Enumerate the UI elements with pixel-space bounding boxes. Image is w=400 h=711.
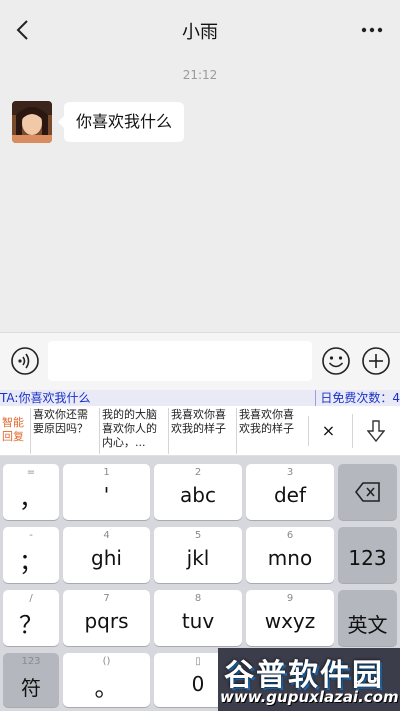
key-7[interactable]: 7 pqrs	[63, 590, 150, 646]
more-functions-button[interactable]	[361, 346, 391, 376]
more-button[interactable]	[358, 16, 386, 44]
english-mode-key[interactable]: 英文	[338, 590, 397, 646]
ime-info-bar: TA:你喜欢我什么 日免费次数：4	[0, 390, 400, 406]
number-mode-key[interactable]: 123	[338, 527, 397, 583]
key-question[interactable]: /？	[3, 590, 59, 646]
emoji-icon	[322, 347, 350, 375]
message-input[interactable]	[48, 341, 312, 381]
plus-circle-icon	[362, 347, 390, 375]
voice-button[interactable]	[10, 346, 40, 376]
page-title: 小雨	[182, 22, 218, 43]
suggestion-item[interactable]: 我喜欢你喜 欢我的样子	[168, 408, 236, 454]
message-bubble[interactable]: 你喜欢我什么	[57, 102, 185, 142]
more-dots-icon	[361, 27, 383, 33]
backspace-key[interactable]	[338, 464, 397, 520]
ta-message-label: TA:你喜欢我什么	[0, 391, 91, 405]
suggestion-item[interactable]: 我的的大脑 喜欢你人的 内心，...	[99, 408, 167, 454]
chat-area[interactable]: 21:12 你喜欢我什么	[0, 60, 400, 332]
key-9[interactable]: 9 wxyz	[246, 590, 334, 646]
free-count-label: 日免费次数：4	[315, 390, 400, 406]
suggestion-item[interactable]: 我喜欢你喜 欢我的样子	[236, 408, 306, 454]
collapse-keyboard-button[interactable]	[352, 414, 398, 448]
close-suggestions-button[interactable]: ×	[308, 416, 348, 446]
key-8[interactable]: 8 tuv	[154, 590, 242, 646]
key-period[interactable]: ()。	[63, 653, 150, 707]
input-bar	[0, 332, 400, 390]
backspace-icon	[354, 482, 380, 502]
key-1[interactable]: 1 '	[63, 464, 150, 520]
key-4[interactable]: 4 ghi	[63, 527, 150, 583]
smart-reply-bar: 智能 回复 喜欢你还需 要原因吗？ 我的的大脑 喜欢你人的 内心，... 我喜欢…	[0, 406, 400, 456]
voice-icon	[11, 347, 39, 375]
avatar-image	[12, 101, 52, 143]
smart-reply-label: 智能 回复	[2, 416, 24, 443]
key-6[interactable]: 6 mno	[246, 527, 334, 583]
emoji-button[interactable]	[321, 346, 351, 376]
arrow-down-icon	[366, 420, 385, 442]
key-semicolon[interactable]: -；	[3, 527, 59, 583]
watermark-url: www.gupuxlazai.com	[220, 688, 399, 706]
message-timestamp: 21:12	[182, 68, 218, 82]
suggestion-item[interactable]: 喜欢你还需 要原因吗？	[30, 408, 98, 454]
symbol-key[interactable]: 123 符	[3, 653, 59, 707]
avatar[interactable]	[12, 101, 52, 143]
watermark-logo: 谷普软件园 www.gupuxlazai.com	[218, 648, 400, 711]
key-comma[interactable]: =，	[3, 464, 59, 520]
chat-header: 小雨	[0, 0, 400, 60]
key-2[interactable]: 2 abc	[154, 464, 242, 520]
key-5[interactable]: 5 jkl	[154, 527, 242, 583]
key-3[interactable]: 3 def	[246, 464, 334, 520]
